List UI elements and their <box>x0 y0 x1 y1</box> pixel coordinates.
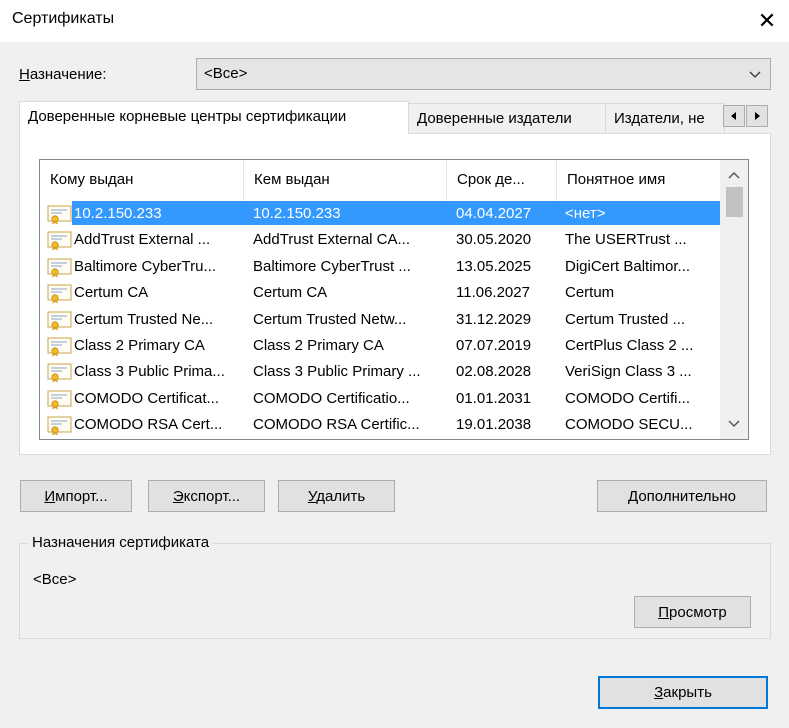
cell-friendly: Certum Trusted ... <box>565 310 686 328</box>
certificate-purposes-value: <Все> <box>33 571 77 588</box>
cell-issued-to: COMODO Certificat... <box>74 389 220 407</box>
cell-issued-to: Baltimore CyberTru... <box>74 257 216 275</box>
import-button[interactable]: Импорт... <box>20 480 132 512</box>
table-row[interactable]: COMODO Certificat... COMODO Certificatio.… <box>40 386 720 412</box>
column-header-friendly-name[interactable]: Понятное имя <box>557 160 720 201</box>
tab-trusted-publishers[interactable]: Доверенные издатели <box>408 103 606 134</box>
chevron-right-icon <box>755 112 760 120</box>
cell-issued-to: AddTrust External ... <box>74 231 211 249</box>
list-header: Кому выдан Кем выдан Срок де... Понятное… <box>40 160 720 201</box>
table-row[interactable]: Certum Trusted Ne... Certum Trusted Netw.… <box>40 307 720 333</box>
cell-expires: 01.01.2031 <box>456 389 532 407</box>
advanced-button-label: Дополнительно <box>628 487 736 505</box>
purpose-combobox[interactable]: <Все> <box>196 58 771 90</box>
title-bar: Сертификаты ✕ <box>0 0 789 42</box>
cell-expires: 31.12.2029 <box>456 310 532 328</box>
tab-panel: Кому выдан Кем выдан Срок де... Понятное… <box>19 133 771 455</box>
cell-issued-by: 10.2.150.233 <box>253 205 341 222</box>
tab-label: Доверенные корневые центры сертификации <box>28 108 347 125</box>
chevron-down-icon <box>749 71 761 78</box>
tab-label: Доверенные издатели <box>417 110 572 127</box>
table-row[interactable]: COMODO RSA Cert... COMODO RSA Certific...… <box>40 412 720 438</box>
export-button[interactable]: Экспорт... <box>148 480 265 512</box>
view-button-label: Просмотр <box>658 603 727 621</box>
cell-friendly: VeriSign Class 3 ... <box>565 363 692 381</box>
chevron-left-icon <box>731 112 736 120</box>
purpose-combobox-value: <Все> <box>204 65 248 82</box>
cell-issued-by: AddTrust External CA... <box>253 231 411 249</box>
close-button[interactable]: Закрыть <box>598 676 768 709</box>
cell-issued-by: COMODO RSA Certific... <box>253 416 420 434</box>
certificate-icon <box>47 363 72 383</box>
scroll-up-button[interactable] <box>720 164 748 186</box>
table-row[interactable]: 10.2.150.233 10.2.150.233 04.04.2027 <нет> <box>40 201 720 227</box>
remove-button-label: Удалить <box>307 487 366 505</box>
cell-issued-by: Baltimore CyberTrust ... <box>253 257 411 275</box>
cell-friendly: CertPlus Class 2 ... <box>565 337 694 354</box>
cell-expires: 07.07.2019 <box>456 337 532 354</box>
certificate-icon <box>47 231 72 251</box>
cell-issued-by: Class 3 Public Primary ... <box>253 363 421 381</box>
certificate-purposes-title: Назначения сертификата <box>28 534 214 551</box>
tab-scroll-right[interactable] <box>746 105 768 127</box>
scroll-thumb[interactable] <box>726 187 743 217</box>
cell-issued-by: Class 2 Primary CA <box>253 337 384 354</box>
purpose-label: Назначение: <box>19 66 107 83</box>
export-button-label: Экспорт... <box>172 487 241 505</box>
cell-issued-to: Certum CA <box>74 284 149 302</box>
cell-issued-by: Certum CA <box>253 284 328 302</box>
cell-issued-by: COMODO Certificatio... <box>253 389 410 407</box>
certificate-icon <box>47 205 72 225</box>
cell-expires: 02.08.2028 <box>456 363 532 381</box>
cell-issued-to: COMODO RSA Cert... <box>74 416 223 434</box>
certificate-icon <box>47 416 72 436</box>
cell-issued-to: 10.2.150.233 <box>74 205 162 222</box>
certificate-list[interactable]: Кому выдан Кем выдан Срок де... Понятное… <box>39 159 749 440</box>
cell-friendly: Certum <box>565 284 615 302</box>
vertical-scrollbar[interactable] <box>720 160 748 439</box>
tab-label: Издатели, не <box>614 110 705 127</box>
certificate-icon <box>47 284 72 304</box>
cell-issued-to: Certum Trusted Ne... <box>74 310 214 328</box>
tab-strip: Доверенные корневые центры сертификации … <box>19 101 771 134</box>
cell-friendly: <нет> <box>565 205 606 222</box>
close-button-label: Закрыть <box>654 684 712 701</box>
close-icon[interactable]: ✕ <box>745 0 789 42</box>
remove-button[interactable]: Удалить <box>278 480 395 512</box>
tab-trusted-root[interactable]: Доверенные корневые центры сертификации <box>19 101 409 134</box>
column-header-expiration[interactable]: Срок де... <box>447 160 557 201</box>
certificate-icon <box>47 311 72 331</box>
cell-friendly: The USERTrust ... <box>565 231 687 249</box>
cell-friendly: COMODO Certifi... <box>565 389 691 407</box>
table-row[interactable]: Class 3 Public Prima... Class 3 Public Pr… <box>40 359 720 385</box>
column-header-issued-to[interactable]: Кому выдан <box>40 160 244 201</box>
chevron-down-icon <box>728 420 740 428</box>
cell-friendly: COMODO SECU... <box>565 416 693 434</box>
tab-untrusted-publishers[interactable]: Издатели, не <box>605 103 725 134</box>
table-row[interactable]: Certum CA Certum CA 11.06.2027 Certum <box>40 280 720 306</box>
cell-friendly: DigiCert Baltimor... <box>565 257 691 275</box>
cell-expires: 30.05.2020 <box>456 231 532 249</box>
cell-expires: 11.06.2027 <box>456 284 530 302</box>
certificate-icon <box>47 390 72 410</box>
column-header-issued-by[interactable]: Кем выдан <box>244 160 447 201</box>
certificate-icon <box>47 258 72 278</box>
cell-expires: 13.05.2025 <box>456 257 532 275</box>
import-button-label: Импорт... <box>44 487 108 505</box>
cell-expires: 19.01.2038 <box>456 416 532 434</box>
tab-scroll-left[interactable] <box>723 105 745 127</box>
cell-expires: 04.04.2027 <box>456 205 532 222</box>
table-row[interactable]: Class 2 Primary CA Class 2 Primary CA 07.0… <box>40 333 720 359</box>
chevron-up-icon <box>728 171 740 179</box>
certificate-icon <box>47 337 72 357</box>
cell-issued-to: Class 3 Public Prima... <box>74 363 225 381</box>
table-row[interactable]: Baltimore CyberTru... Baltimore CyberTrus… <box>40 254 720 280</box>
scroll-down-button[interactable] <box>720 413 748 435</box>
table-row[interactable]: AddTrust External ... AddTrust External C… <box>40 227 720 253</box>
advanced-button[interactable]: Дополнительно <box>597 480 767 512</box>
cell-issued-by: Certum Trusted Netw... <box>253 310 407 328</box>
window-title: Сертификаты <box>12 10 115 27</box>
cell-issued-to: Class 2 Primary CA <box>74 337 205 354</box>
view-button[interactable]: Просмотр <box>634 596 751 628</box>
